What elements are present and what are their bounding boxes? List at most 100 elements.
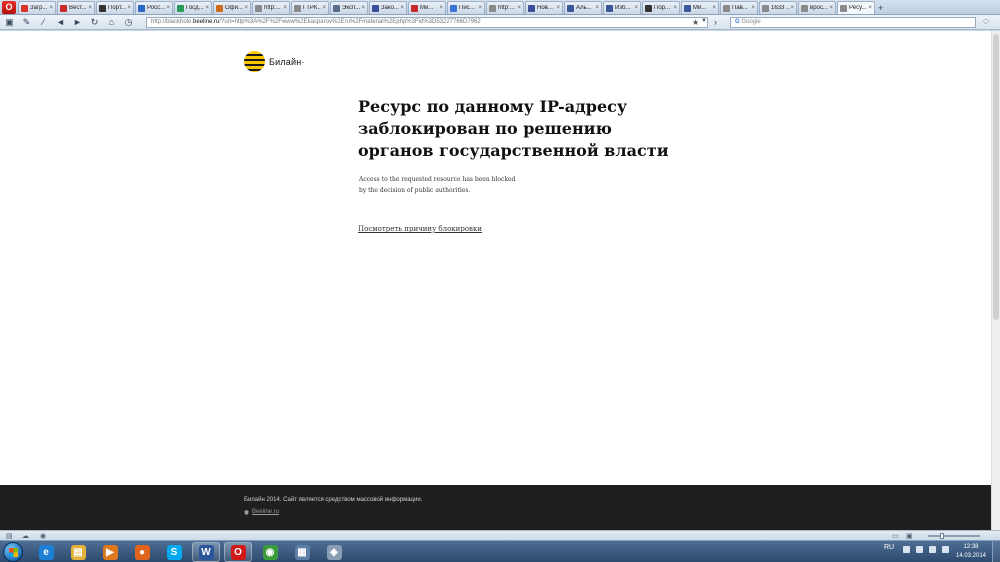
view-icon[interactable]: ▭ — [892, 532, 899, 540]
close-tab-icon[interactable]: × — [400, 5, 404, 11]
close-tab-icon[interactable]: × — [790, 5, 794, 11]
address-bar[interactable]: http://blackhole.beeline.ru/?url=http%3A… — [146, 17, 708, 28]
tab-title: Росс... — [147, 5, 166, 11]
brush-icon[interactable]: ⁄ — [38, 17, 49, 28]
browser-tab[interactable]: Зако... × — [369, 1, 407, 14]
close-tab-icon[interactable]: × — [478, 5, 482, 11]
close-tab-icon[interactable]: × — [166, 5, 170, 11]
zoom-knob[interactable] — [940, 533, 944, 539]
language-indicator[interactable]: RU — [884, 544, 894, 551]
tab-favicon-icon — [801, 4, 808, 12]
taskbar-app-ie[interactable]: e — [32, 542, 60, 562]
browser-tab[interactable]: Ресу... × — [837, 1, 875, 14]
close-tab-icon[interactable]: × — [283, 5, 287, 11]
tab-favicon-icon — [99, 4, 106, 12]
close-tab-icon[interactable]: × — [244, 5, 248, 11]
browser-tab[interactable]: Эксп... × — [330, 1, 368, 14]
close-tab-icon[interactable]: × — [88, 5, 92, 11]
close-tab-icon[interactable]: × — [673, 5, 677, 11]
show-desktop-button[interactable] — [992, 541, 1000, 562]
browser-tab[interactable]: Порт... × — [96, 1, 134, 14]
taskbar-app-word[interactable]: W — [192, 542, 220, 562]
title-line: заблокирован по решению — [358, 119, 612, 138]
close-tab-icon[interactable]: × — [439, 5, 443, 11]
taskbar-app-tool[interactable]: ◈ — [320, 542, 348, 562]
browser-tab[interactable]: ГТРК... × — [291, 1, 329, 14]
tab-favicon-icon — [528, 4, 535, 12]
taskbar-app-opera[interactable]: O — [224, 542, 252, 562]
skype-icon: S — [166, 544, 182, 560]
browser-tab[interactable]: Ми... × — [408, 1, 446, 14]
title-line: органов государственной власти — [358, 141, 669, 160]
close-tab-icon[interactable]: × — [49, 5, 53, 11]
browser-tab[interactable]: Офи... × — [213, 1, 251, 14]
browser-tab[interactable]: Пис... × — [447, 1, 485, 14]
close-tab-icon[interactable]: × — [517, 5, 521, 11]
browser-tab[interactable]: Вест... × — [57, 1, 95, 14]
taskbar-app-firefox[interactable]: ● — [128, 542, 156, 562]
close-tab-icon[interactable]: × — [556, 5, 560, 11]
block-reason-link[interactable]: Посмотреть причину блокировки — [358, 225, 482, 233]
chevron-down-icon[interactable]: ▼ — [701, 18, 707, 24]
browser-tab[interactable]: Госд... × — [174, 1, 212, 14]
browser-tab[interactable]: Росс... × — [135, 1, 173, 14]
taskbar-app-chrome[interactable]: ◉ — [256, 542, 284, 562]
reload-icon[interactable]: ↻ — [89, 17, 100, 28]
close-tab-icon[interactable]: × — [829, 5, 833, 11]
taskbar-app-skype[interactable]: S — [160, 542, 188, 562]
tab-title: Ми... — [693, 5, 707, 11]
scrollbar-thumb[interactable] — [993, 34, 999, 320]
browser-tab[interactable]: Аль... × — [564, 1, 602, 14]
close-tab-icon[interactable]: × — [712, 5, 716, 11]
images-icon[interactable]: ▣ — [906, 532, 913, 540]
tray-arrow-icon[interactable] — [903, 546, 910, 553]
close-tab-icon[interactable]: × — [361, 5, 365, 11]
close-tab-icon[interactable]: × — [127, 5, 131, 11]
close-tab-icon[interactable]: × — [868, 5, 872, 11]
firefox-icon: ● — [134, 544, 150, 560]
browser-tab[interactable]: 1633 ... × — [759, 1, 797, 14]
vertical-scrollbar[interactable] — [991, 31, 1000, 530]
volume-icon[interactable] — [942, 546, 949, 553]
browser-tab[interactable]: http:... × — [252, 1, 290, 14]
browser-tab[interactable]: Ми... × — [681, 1, 719, 14]
beeline-logo[interactable]: Билайн· — [244, 51, 305, 72]
browser-tab[interactable]: Загр... × — [18, 1, 56, 14]
footer-home-link[interactable]: Beeline.ru — [244, 509, 279, 515]
browser-tab[interactable]: http:... × — [486, 1, 524, 14]
taskbar-app-explorer[interactable]: ▤ — [64, 542, 92, 562]
close-tab-icon[interactable]: × — [322, 5, 326, 11]
unite-icon[interactable]: ☁ — [22, 532, 29, 540]
wrench-icon[interactable]: ✎ — [21, 17, 32, 28]
home-icon[interactable]: ⌂ — [106, 17, 117, 28]
clock[interactable]: 12:38 14.03.2014 — [952, 543, 990, 561]
bookmark-star-icon[interactable]: ★ — [692, 18, 699, 27]
zoom-slider[interactable] — [928, 533, 980, 539]
go-forward-icon[interactable]: › — [714, 17, 717, 27]
close-tab-icon[interactable]: × — [205, 5, 209, 11]
start-button[interactable] — [3, 542, 23, 562]
close-tab-icon[interactable]: × — [751, 5, 755, 11]
panel-icon[interactable]: ▣ — [4, 17, 15, 28]
browser-tab[interactable]: Пор... × — [642, 1, 680, 14]
tab-favicon-icon — [372, 4, 379, 12]
browser-tab[interactable]: Изб... × — [603, 1, 641, 14]
forward-icon[interactable]: ► — [72, 17, 83, 28]
close-tab-icon[interactable]: × — [634, 5, 638, 11]
close-tab-icon[interactable]: × — [595, 5, 599, 11]
browser-tab[interactable]: Нов... × — [525, 1, 563, 14]
search-field[interactable]: G Google — [730, 17, 976, 28]
taskbar-app-window-switcher[interactable]: ▦ — [288, 542, 316, 562]
new-tab-button[interactable]: + — [878, 3, 888, 13]
browser-tab[interactable]: Пав... × — [720, 1, 758, 14]
back-icon[interactable]: ◄ — [55, 17, 66, 28]
browser-tab[interactable]: врос... × — [798, 1, 836, 14]
opera-menu-button[interactable]: O — [2, 1, 16, 14]
network-icon[interactable] — [929, 546, 936, 553]
turbo-icon[interactable]: ◉ — [40, 532, 46, 540]
taskbar-app-media-player[interactable]: ▶ — [96, 542, 124, 562]
panel-toggle-icon[interactable]: ▤ — [6, 532, 13, 540]
settings-icon[interactable]: ◌ — [983, 16, 989, 27]
action-center-icon[interactable] — [916, 546, 923, 553]
speed-icon[interactable]: ◷ — [123, 17, 134, 28]
